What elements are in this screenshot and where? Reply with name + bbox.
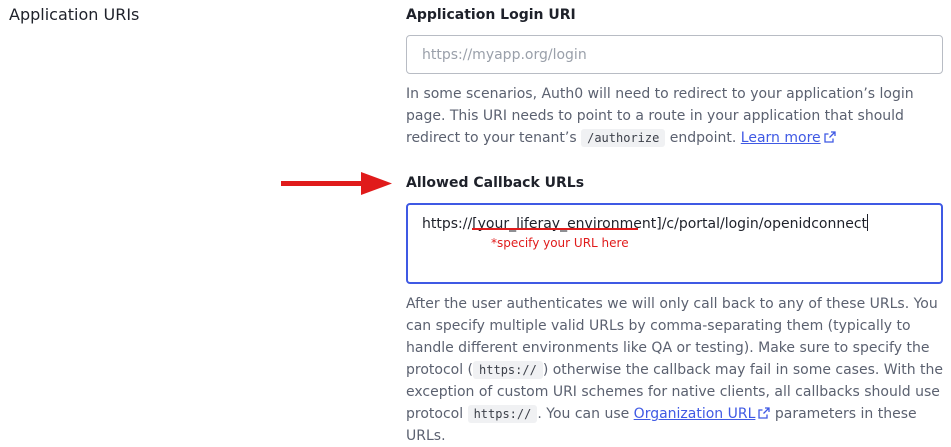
- login-uri-label: Application Login URI: [406, 7, 576, 23]
- external-link-icon[interactable]: [758, 407, 771, 419]
- login-uri-help-text-2: endpoint.: [665, 130, 741, 146]
- login-uri-input[interactable]: [406, 35, 943, 74]
- authorize-code: /authorize: [581, 129, 666, 147]
- red-arrow-icon: [281, 172, 392, 195]
- https-code-2: https://: [467, 405, 538, 423]
- annotation-note: *specify your URL here: [491, 236, 629, 250]
- callback-urls-help: After the user authenticates we will onl…: [406, 293, 946, 447]
- external-link-icon[interactable]: [823, 131, 836, 143]
- https-code-1: https://: [473, 361, 543, 379]
- callback-urls-textarea[interactable]: https://[your_liferay_environment]/c/por…: [406, 203, 943, 284]
- section-title: Application URIs: [9, 5, 140, 24]
- callback-urls-label: Allowed Callback URLs: [406, 175, 585, 191]
- callback-help-text-3: . You can use: [537, 406, 634, 422]
- organization-url-link[interactable]: Organization URL: [634, 406, 756, 422]
- text-cursor: [867, 214, 869, 231]
- login-uri-help: In some scenarios, Auth0 will need to re…: [406, 83, 946, 149]
- annotation-underline: [472, 228, 638, 230]
- learn-more-link[interactable]: Learn more: [741, 130, 821, 146]
